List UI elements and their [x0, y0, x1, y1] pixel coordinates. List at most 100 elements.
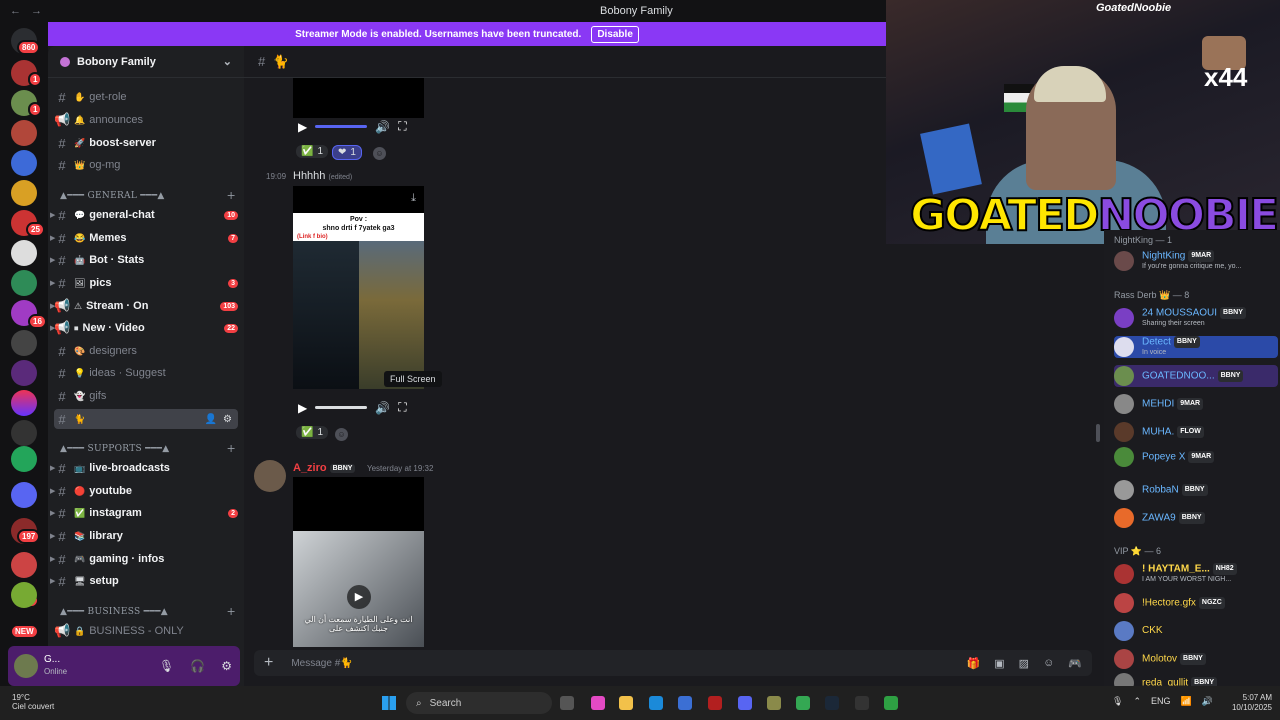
server-icon-14[interactable]: [11, 482, 37, 508]
channel-instagram[interactable]: ▶ # ✅ instagram 2: [50, 503, 238, 523]
microphone-icon[interactable]: 🎙: [159, 659, 174, 673]
channel-gaming-infos[interactable]: ▶ # 🎮 gaming · infos: [50, 549, 238, 569]
terminal-icon[interactable]: [884, 696, 898, 710]
server-icon-7[interactable]: [11, 240, 37, 266]
member-goatednoo[interactable]: GOATEDNOO... BBNY: [1114, 365, 1278, 387]
gif-icon[interactable]: ▣: [994, 657, 1004, 670]
category-business[interactable]: ▲━━━ BUSINESS ━━━▲ +: [60, 605, 238, 618]
edge-icon[interactable]: [649, 696, 663, 710]
channel-business-only[interactable]: 📢 🔒 BUSINESS - ONLY: [54, 621, 238, 641]
server-icon-12[interactable]: [11, 390, 37, 416]
server-header[interactable]: Bobony Family ⌄: [48, 46, 244, 78]
channel-designers[interactable]: # 🎨 designers: [54, 341, 238, 361]
taskbar-search[interactable]: ⌕ Search: [406, 692, 552, 714]
channel-announces[interactable]: 📢 🔔 announces: [54, 110, 238, 130]
video-embed[interactable]: ▶ انت وعلى الطيارة سمعت أن الي جنبك اكتش…: [293, 477, 424, 647]
reaction-heart[interactable]: ❤ 1: [332, 145, 362, 160]
volume-bar[interactable]: [315, 406, 368, 409]
member-molotov[interactable]: Molotov BBNY: [1114, 648, 1278, 670]
app-icon[interactable]: [767, 696, 781, 710]
apps-icon[interactable]: 🎮: [1068, 657, 1082, 670]
message-author[interactable]: A_ziro BBNY: [293, 462, 356, 474]
disable-streamer-button[interactable]: Disable: [591, 25, 639, 43]
member-muha[interactable]: MUHA. FLOW: [1114, 421, 1278, 443]
member-popeye[interactable]: Popeye X 9MAR: [1114, 446, 1278, 468]
reaction-check[interactable]: ✅ 1: [296, 145, 329, 158]
server-icon-13[interactable]: [11, 420, 37, 446]
category-general[interactable]: ▲━━━ GENERAL ━━━▲ +: [60, 189, 238, 202]
server-icon-5[interactable]: [11, 180, 37, 206]
forward-arrow-icon[interactable]: →: [31, 5, 42, 17]
member-robban[interactable]: RobbaN BBNY: [1114, 479, 1278, 501]
taskbar-clock[interactable]: 5:07 AM 10/10/2025: [1222, 693, 1272, 713]
emoji-icon[interactable]: ☺: [1043, 657, 1054, 670]
sticker-icon[interactable]: ▨: [1019, 657, 1029, 670]
add-reaction-icon[interactable]: ☺: [335, 428, 348, 441]
channel-bot-stats[interactable]: ▶ # 🤖 Bot · Stats: [50, 250, 238, 270]
server-icon-10[interactable]: [11, 330, 37, 356]
microphone-icon[interactable]: 🎙: [1112, 696, 1123, 707]
gear-icon[interactable]: ⚙: [221, 659, 232, 673]
server-icon-3[interactable]: [11, 120, 37, 146]
volume-bar[interactable]: [315, 125, 368, 128]
channel-memes[interactable]: ▶ # 😂 Memes 7: [50, 228, 238, 248]
channel-gifs[interactable]: # 👻 gifs: [54, 386, 238, 406]
chevron-up-icon[interactable]: ⌃: [1133, 696, 1141, 707]
channel-cat-selected[interactable]: # 🐈 👤 ⚙: [54, 409, 238, 429]
add-channel-icon[interactable]: +: [226, 189, 236, 202]
channel-setup[interactable]: ▶ # 🖥 setup: [50, 571, 238, 591]
play-icon[interactable]: ▶: [298, 401, 307, 415]
member-moussaoui[interactable]: 24 MOUSSAOUI BBNY Sharing their screen: [1114, 307, 1278, 329]
task-view-icon[interactable]: [560, 696, 574, 710]
chevron-down-icon[interactable]: ⌄: [223, 55, 232, 68]
channel-get-role[interactable]: # ✋ get-role: [54, 87, 238, 107]
chrome-icon[interactable]: [796, 696, 810, 710]
server-icon-11[interactable]: [11, 360, 37, 386]
file-explorer-icon[interactable]: [619, 696, 633, 710]
weather-widget[interactable]: 19°C Ciel couvert: [12, 693, 54, 711]
member-zawa9[interactable]: ZAWA9 BBNY: [1114, 507, 1278, 529]
discover-icon[interactable]: [11, 446, 37, 472]
member-detect[interactable]: Detect BBNY In voice: [1114, 336, 1278, 358]
speaker-icon[interactable]: 🔊: [375, 120, 390, 134]
speaker-icon[interactable]: 🔊: [375, 401, 390, 415]
category-supports[interactable]: ▲━━━ SUPPORTS ━━━▲ +: [60, 442, 238, 455]
member-nightking[interactable]: NightKing 9MAR If you're gonna critique me…: [1114, 250, 1278, 272]
message-composer[interactable]: + Message #🐈 🎁 ▣ ▨ ☺ 🎮: [254, 650, 1092, 676]
gift-icon[interactable]: 🎁: [967, 657, 981, 670]
add-channel-icon[interactable]: +: [226, 605, 236, 618]
member-mehdi[interactable]: MEHDI 9MAR: [1114, 393, 1278, 415]
app-icon[interactable]: [708, 696, 722, 710]
windows-start-icon[interactable]: [382, 696, 396, 710]
steam-icon[interactable]: [825, 696, 839, 710]
channel-new-video[interactable]: ▶ 📢 ⏹ New · Video 22: [50, 318, 238, 338]
channel-pics[interactable]: ▶ # 🖼 pics 3: [50, 273, 238, 293]
language-indicator[interactable]: ENG: [1151, 696, 1171, 707]
channel-stream-on[interactable]: ▶ 📢 ⚠ Stream · On 103: [50, 296, 238, 316]
channel-og-mg[interactable]: # 👑 og-mg: [54, 155, 238, 175]
wifi-icon[interactable]: 📶: [1181, 696, 1192, 707]
channel-live-broadcasts[interactable]: ▶ # 📺 live-broadcasts: [50, 458, 238, 478]
avatar[interactable]: [254, 460, 286, 492]
reaction-check[interactable]: ✅ 1: [296, 426, 329, 439]
discord-icon[interactable]: [738, 696, 752, 710]
headphones-icon[interactable]: 🎧: [190, 659, 205, 673]
server-icon-8[interactable]: [11, 270, 37, 296]
speaker-icon[interactable]: 🔊: [1202, 696, 1213, 707]
video-embed[interactable]: ⤓ Pov : shno drti f 7yatek ga3 (Link f b…: [293, 186, 424, 389]
channel-boost-server[interactable]: # 🚀 boost-server: [54, 133, 238, 153]
add-reaction-icon[interactable]: ☺: [373, 147, 386, 160]
download-icon[interactable]: ⤓: [411, 192, 416, 205]
channel-ideas[interactable]: # 💡 ideas · Suggest: [54, 363, 238, 383]
fullscreen-icon[interactable]: ⛶: [398, 400, 406, 415]
fullscreen-icon[interactable]: ⛶: [398, 119, 406, 134]
server-icon-4[interactable]: [11, 150, 37, 176]
add-member-icon[interactable]: 👤: [205, 414, 217, 425]
member-hectore[interactable]: !Hectore.gfx NGZC: [1114, 592, 1278, 614]
server-icon-16[interactable]: [11, 552, 37, 578]
member-reda[interactable]: reda_gullit BBNY: [1114, 672, 1278, 686]
gear-icon[interactable]: ⚙: [223, 414, 232, 425]
play-icon[interactable]: ▶: [298, 120, 307, 134]
copilot-icon[interactable]: [591, 696, 605, 710]
server-icon-17[interactable]: [11, 582, 37, 608]
